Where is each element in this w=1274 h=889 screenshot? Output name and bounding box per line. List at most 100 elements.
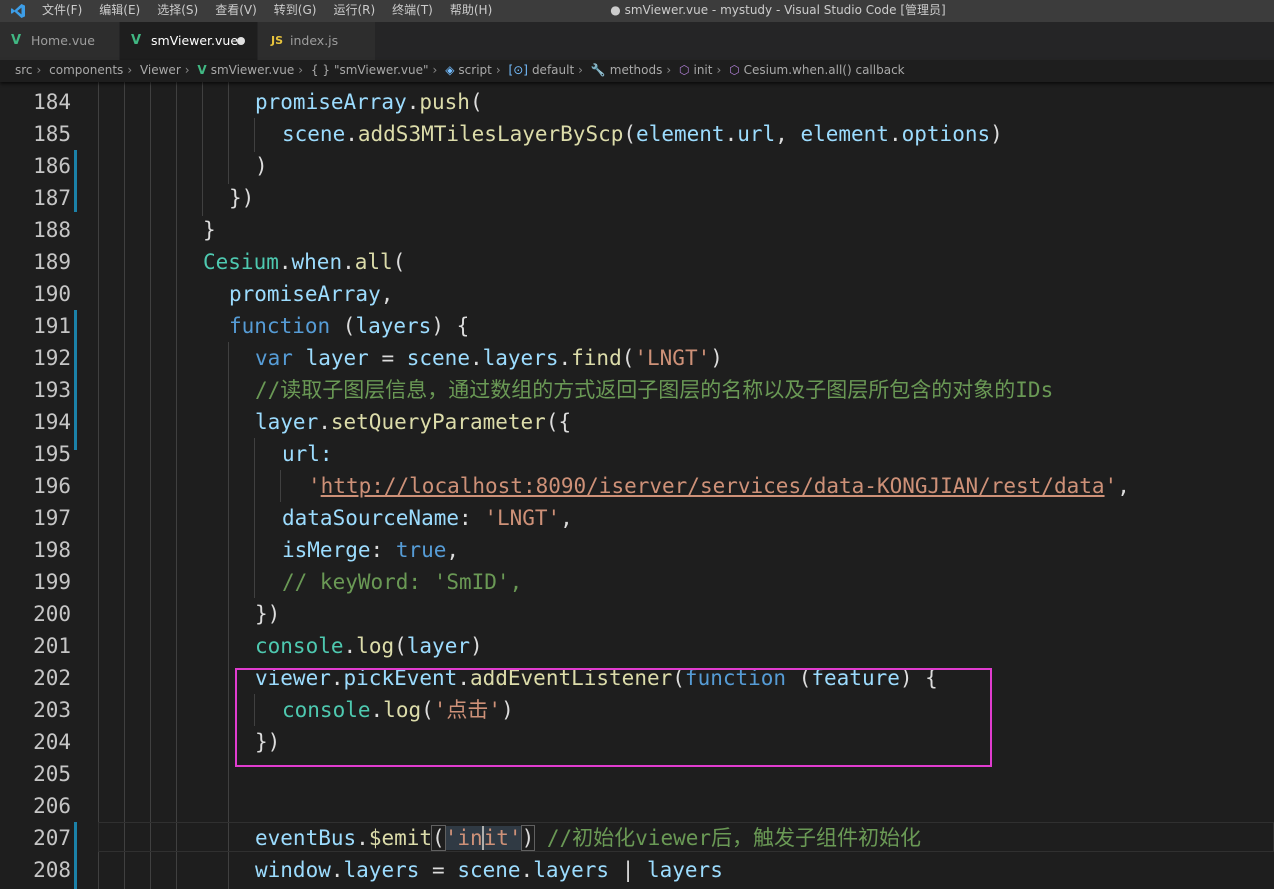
unsaved-dot-icon[interactable] <box>237 37 245 45</box>
code-text: eventBus.$emit('init') //初始化viewer后，触发子组… <box>255 825 922 851</box>
code-line: 187 }) <box>0 182 1274 214</box>
line-number: 197 <box>33 506 71 530</box>
code-text: url: <box>282 442 333 466</box>
line-number: 199 <box>33 570 71 594</box>
chevron-right-icon: › <box>578 63 583 77</box>
cube-icon: ⬡ <box>679 63 690 77</box>
braces-icon: { } <box>310 63 330 77</box>
breadcrumb-item[interactable]: Viewer <box>140 63 181 77</box>
tab-label: smViewer.vue <box>151 33 239 48</box>
code-line: 206 <box>0 790 1274 822</box>
line-number: 202 <box>33 666 71 690</box>
vue-icon: V <box>197 63 207 77</box>
code-text: }) <box>255 602 281 626</box>
line-number: 195 <box>33 442 71 466</box>
chevron-right-icon: › <box>495 63 501 77</box>
chevron-right-icon: › <box>36 63 42 77</box>
code-line: 197 dataSourceName: 'LNGT', <box>0 502 1274 534</box>
code-line: 207 eventBus.$emit('init') //初始化viewer后，… <box>0 822 1274 854</box>
code-line: 194 layer.setQueryParameter({ <box>0 406 1274 438</box>
code-text: } <box>203 218 216 242</box>
code-line: 192 var layer = scene.layers.find('LNGT'… <box>0 342 1274 374</box>
code-text: dataSourceName: 'LNGT', <box>282 506 573 530</box>
annotation-highlight-box <box>235 668 992 767</box>
tab-index-js[interactable]: JS index.js <box>258 22 376 60</box>
line-number: 188 <box>33 218 71 242</box>
code-line: 188 } <box>0 214 1274 246</box>
chevron-right-icon: › <box>432 63 438 77</box>
code-text: var layer = scene.layers.find('LNGT') <box>255 346 723 370</box>
code-text: 'http://localhost:8090/iserver/services/… <box>308 474 1130 498</box>
line-number: 193 <box>33 378 71 402</box>
namespace-icon: ◈ <box>445 63 455 77</box>
chevron-right-icon: › <box>716 63 722 77</box>
vue-icon: V <box>11 33 22 48</box>
breadcrumb-item[interactable]: default <box>532 63 574 77</box>
code-line: 193 //读取子图层信息，通过数组的方式返回子图层的名称以及子图层所包含的对象… <box>0 374 1274 406</box>
js-icon: JS <box>271 34 284 47</box>
code-text: promiseArray.push( <box>255 90 483 114</box>
breadcrumb-item[interactable]: script <box>458 63 491 77</box>
line-number: 185 <box>33 122 71 146</box>
line-number: 191 <box>33 314 71 338</box>
code-line: 191 function (layers) { <box>0 310 1274 342</box>
breadcrumb-item[interactable]: smViewer.vue <box>211 63 295 77</box>
code-text: }) <box>229 186 255 210</box>
code-text: window.layers = scene.layers | layers <box>255 858 723 882</box>
line-number: 206 <box>33 794 71 818</box>
code-line: 190 promiseArray, <box>0 278 1274 310</box>
line-number: 186 <box>33 154 71 178</box>
line-number: 189 <box>33 250 71 274</box>
code-line: 198 isMerge: true, <box>0 534 1274 566</box>
breadcrumb-item[interactable]: "smViewer.vue" <box>334 63 429 77</box>
code-line: 201 console.log(layer) <box>0 630 1274 662</box>
tab-smviewer-vue[interactable]: V smViewer.vue <box>120 22 258 60</box>
line-number: 201 <box>33 634 71 658</box>
editor-tab-bar: V Home.vue V smViewer.vue JS index.js <box>0 22 1274 60</box>
code-text: scene.addS3MTilesLayerByScp(element.url,… <box>282 122 1003 146</box>
breadcrumb-item[interactable]: init <box>693 63 712 77</box>
wrench-icon: 🔧 <box>590 63 606 77</box>
variable-icon: [⊙] <box>508 63 528 77</box>
code-line: 189 Cesium.when.all( <box>0 246 1274 278</box>
code-line: 199 // keyWord: 'SmID', <box>0 566 1274 598</box>
code-text: Cesium.when.all( <box>203 250 406 274</box>
line-number: 200 <box>33 602 71 626</box>
tab-home-vue[interactable]: V Home.vue <box>0 22 120 60</box>
code-line: 184 promiseArray.push( <box>0 86 1274 118</box>
line-number: 198 <box>33 538 71 562</box>
vue-icon: V <box>131 33 142 48</box>
breadcrumb-item[interactable]: src <box>15 63 33 77</box>
line-number: 190 <box>33 282 71 306</box>
code-line: 195 url: <box>0 438 1274 470</box>
line-number: 203 <box>33 698 71 722</box>
code-line: 208 window.layers = scene.layers | layer… <box>0 854 1274 886</box>
code-text: layer.setQueryParameter({ <box>255 410 572 434</box>
code-line: 185 scene.addS3MTilesLayerByScp(element.… <box>0 118 1274 150</box>
chevron-right-icon: › <box>666 63 672 77</box>
breadcrumb: src › components › Viewer › VsmViewer.vue › … <box>0 60 1274 82</box>
tab-label: index.js <box>290 33 339 48</box>
cube-icon: ⬡ <box>729 63 740 77</box>
line-number: 194 <box>33 410 71 434</box>
breadcrumb-item[interactable]: components <box>49 63 123 77</box>
code-text: function (layers) { <box>229 314 470 338</box>
chevron-right-icon: › <box>127 63 133 77</box>
code-comment: //读取子图层信息，通过数组的方式返回子图层的名称以及子图层所包含的对象的IDs <box>255 378 1054 402</box>
line-number: 192 <box>33 346 71 370</box>
code-text: isMerge: true, <box>282 538 460 562</box>
line-number: 187 <box>33 186 71 210</box>
line-number: 196 <box>33 474 71 498</box>
line-number: 205 <box>33 762 71 786</box>
line-number: 207 <box>33 826 71 850</box>
breadcrumb-item[interactable]: methods <box>610 63 663 77</box>
code-text: ) <box>255 154 268 178</box>
code-line: 196 'http://localhost:8090/iserver/servi… <box>0 470 1274 502</box>
tab-label: Home.vue <box>31 33 95 48</box>
breadcrumb-item[interactable]: Cesium.when.all() callback <box>744 63 905 77</box>
window-title: ● smViewer.vue - mystudy - Visual Studio… <box>610 3 946 17</box>
url-link[interactable]: http://localhost:8090/iserver/services/d… <box>321 474 1105 498</box>
line-number: 208 <box>33 858 71 882</box>
title-bar: 文件(F) 编辑(E) 选择(S) 查看(V) 转到(G) 运行(R) 终端(T… <box>0 0 1274 22</box>
line-number: 184 <box>33 90 71 114</box>
